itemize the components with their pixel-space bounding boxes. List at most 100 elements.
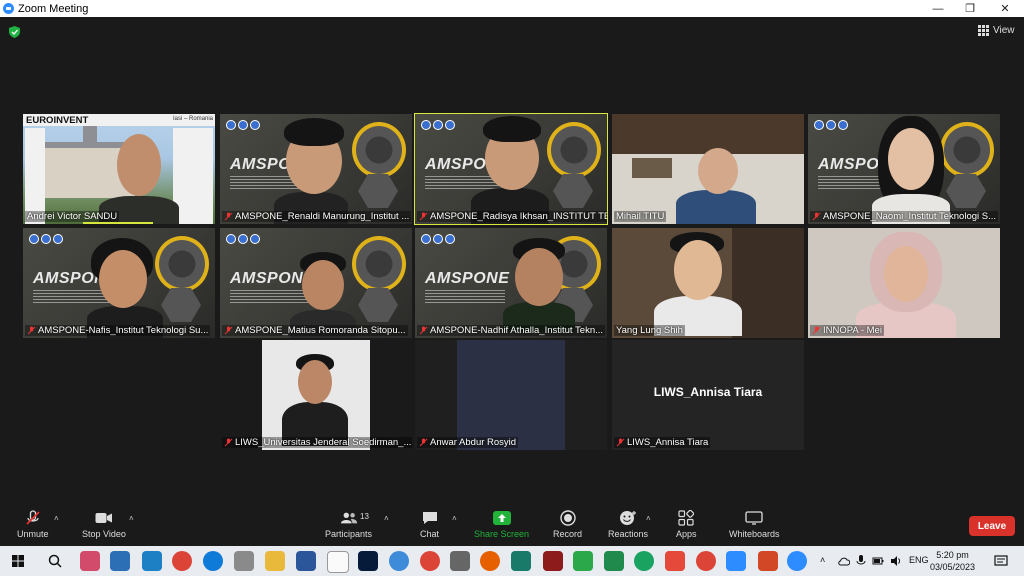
encryption-shield-icon[interactable]: [9, 26, 20, 38]
participant-name: AMSPONE_Matius Romoranda Sitopu...: [222, 325, 408, 336]
app-icon[interactable]: [634, 551, 654, 571]
participant-name: LIWS_Universitas Jenderal Soedirman_...: [222, 437, 412, 448]
muted-mic-icon: [24, 510, 42, 526]
app-icon[interactable]: [234, 551, 254, 571]
view-button[interactable]: View: [978, 25, 1015, 36]
window-title: Zoom Meeting: [18, 2, 89, 15]
video-tile[interactable]: Anwar Abdur Rosyid: [415, 340, 607, 450]
apps-button[interactable]: Apps: [676, 510, 697, 539]
powerpoint-icon[interactable]: [758, 551, 778, 571]
muted-mic-icon: [27, 326, 36, 335]
video-tile[interactable]: LIWS_Universitas Jenderal Soedirman_...: [220, 340, 412, 450]
whiteboards-button[interactable]: Whiteboards: [729, 510, 780, 539]
system-clock[interactable]: 5:20 pm 03/05/2023: [930, 549, 975, 573]
windows-start-icon[interactable]: [12, 555, 24, 567]
reactions-button[interactable]: Reactions: [608, 510, 648, 539]
minimize-button[interactable]: —: [921, 0, 955, 17]
record-label: Record: [553, 529, 583, 539]
clock-time: 5:20 pm: [936, 550, 969, 560]
whiteboards-label: Whiteboards: [729, 529, 780, 539]
video-tile[interactable]: Mihail TITU: [612, 114, 804, 224]
apps-label: Apps: [676, 529, 697, 539]
search-icon[interactable]: [48, 554, 62, 568]
participants-count: 13: [360, 512, 369, 521]
participants-options-caret[interactable]: ˄: [384, 514, 389, 523]
participant-name: AMSPONE_Renaldi Manurung_Institut ...: [222, 211, 412, 222]
video-options-caret[interactable]: ˄: [129, 514, 134, 523]
video-tile[interactable]: EUROINVENT Iasi – Romania Andrei Victor …: [23, 114, 215, 224]
bookshelf: [732, 228, 804, 338]
chrome-icon[interactable]: [172, 551, 192, 571]
bookshelf: [612, 114, 804, 154]
audio-options-caret[interactable]: ˄: [54, 514, 59, 523]
app-icon[interactable]: [389, 551, 409, 571]
zoom-logo-icon: [3, 3, 14, 14]
share-screen-button[interactable]: Share Screen: [474, 510, 529, 539]
participant-name: Mihail TITU: [614, 211, 667, 222]
firefox-icon[interactable]: [480, 551, 500, 571]
app-icon[interactable]: [573, 551, 593, 571]
volume-icon[interactable]: [890, 555, 902, 567]
video-tile[interactable]: Yang Lung Shih: [612, 228, 804, 338]
app-icon[interactable]: [142, 551, 162, 571]
notification-icon[interactable]: [994, 554, 1008, 568]
unmute-button[interactable]: Unmute: [17, 510, 49, 539]
show-hidden-icons-caret[interactable]: ˄: [820, 555, 825, 565]
input-language[interactable]: ENG: [909, 555, 929, 565]
muted-mic-icon: [812, 212, 821, 221]
microphone-icon[interactable]: [856, 555, 866, 567]
close-button[interactable]: ✕: [988, 0, 1022, 17]
video-tile[interactable]: INNOPA - Mei: [808, 228, 1000, 338]
reactions-options-caret[interactable]: ˄: [646, 514, 651, 523]
participant-name-placeholder: LIWS_Annisa Tiara: [653, 385, 763, 399]
window-titlebar: Zoom Meeting — ❐ ✕: [0, 0, 1024, 17]
document-icon[interactable]: [327, 551, 349, 573]
participant-name: INNOPA - Mei: [810, 325, 884, 336]
euroinvent-location: Iasi – Romania: [173, 116, 214, 122]
speaking-indicator: [83, 222, 153, 224]
leave-button[interactable]: Leave: [969, 516, 1015, 536]
cloud-icon[interactable]: [838, 555, 850, 567]
file-explorer-icon[interactable]: [265, 551, 285, 571]
muted-mic-icon: [224, 326, 233, 335]
app-icon[interactable]: [110, 551, 130, 571]
video-tile[interactable]: AMSPONE AMSPONE_Naomi_Institut Teknologi…: [808, 114, 1000, 224]
photoshop-icon[interactable]: [358, 551, 378, 571]
app-icon[interactable]: [450, 551, 470, 571]
sponsor-logos: [173, 128, 213, 224]
video-tile[interactable]: LIWS_Annisa Tiara LIWS_Annisa Tiara: [612, 340, 804, 450]
video-camera-icon: [95, 510, 113, 526]
chrome-icon[interactable]: [420, 551, 440, 571]
maximize-button[interactable]: ❐: [953, 0, 987, 17]
video-tile[interactable]: AMSPONE AMSPONE_Renaldi Manurung_Institu…: [220, 114, 412, 224]
app-icon[interactable]: [665, 551, 685, 571]
zoom-icon[interactable]: [787, 551, 807, 571]
share-screen-label: Share Screen: [474, 529, 530, 539]
app-icon[interactable]: [604, 551, 624, 571]
app-icon[interactable]: [543, 551, 563, 571]
edge-icon[interactable]: [203, 551, 223, 571]
app-icon[interactable]: [726, 551, 746, 571]
chat-options-caret[interactable]: ˄: [452, 514, 457, 523]
app-icon[interactable]: [511, 551, 531, 571]
participant-name: AMSPONE-Nadhif Athalla_Institut Tekn...: [417, 325, 606, 336]
stop-video-button[interactable]: Stop Video: [82, 510, 126, 539]
battery-icon[interactable]: [872, 555, 884, 567]
participants-icon: [340, 510, 358, 526]
record-button[interactable]: Record: [553, 510, 582, 539]
unmute-label: Unmute: [17, 529, 49, 539]
video-tile-active-speaker[interactable]: AMSPONE AMSPONE_Radisya Ikhsan_INSTITUT …: [414, 113, 608, 225]
windows-taskbar: ˄ ENG 5:20 pm 03/05/2023: [0, 546, 1024, 576]
chat-bubble-icon: [421, 510, 439, 526]
video-tile[interactable]: AMSPONE AMSPONE-Nadhif Athalla_Institut …: [415, 228, 607, 338]
share-screen-icon: [492, 510, 511, 526]
chat-button[interactable]: Chat: [420, 510, 439, 539]
video-tile[interactable]: AMSPONE AMSPONE-Nafis_Institut Teknologi…: [23, 228, 215, 338]
video-tile[interactable]: AMSPONE AMSPONE_Matius Romoranda Sitopu.…: [220, 228, 412, 338]
euroinvent-title: EUROINVENT: [26, 115, 89, 126]
participant-name: Andrei Victor SANDU: [25, 211, 120, 222]
app-icon[interactable]: [80, 551, 100, 571]
smiley-plus-icon: [619, 510, 637, 526]
word-icon[interactable]: [296, 551, 316, 571]
chrome-icon[interactable]: [696, 551, 716, 571]
